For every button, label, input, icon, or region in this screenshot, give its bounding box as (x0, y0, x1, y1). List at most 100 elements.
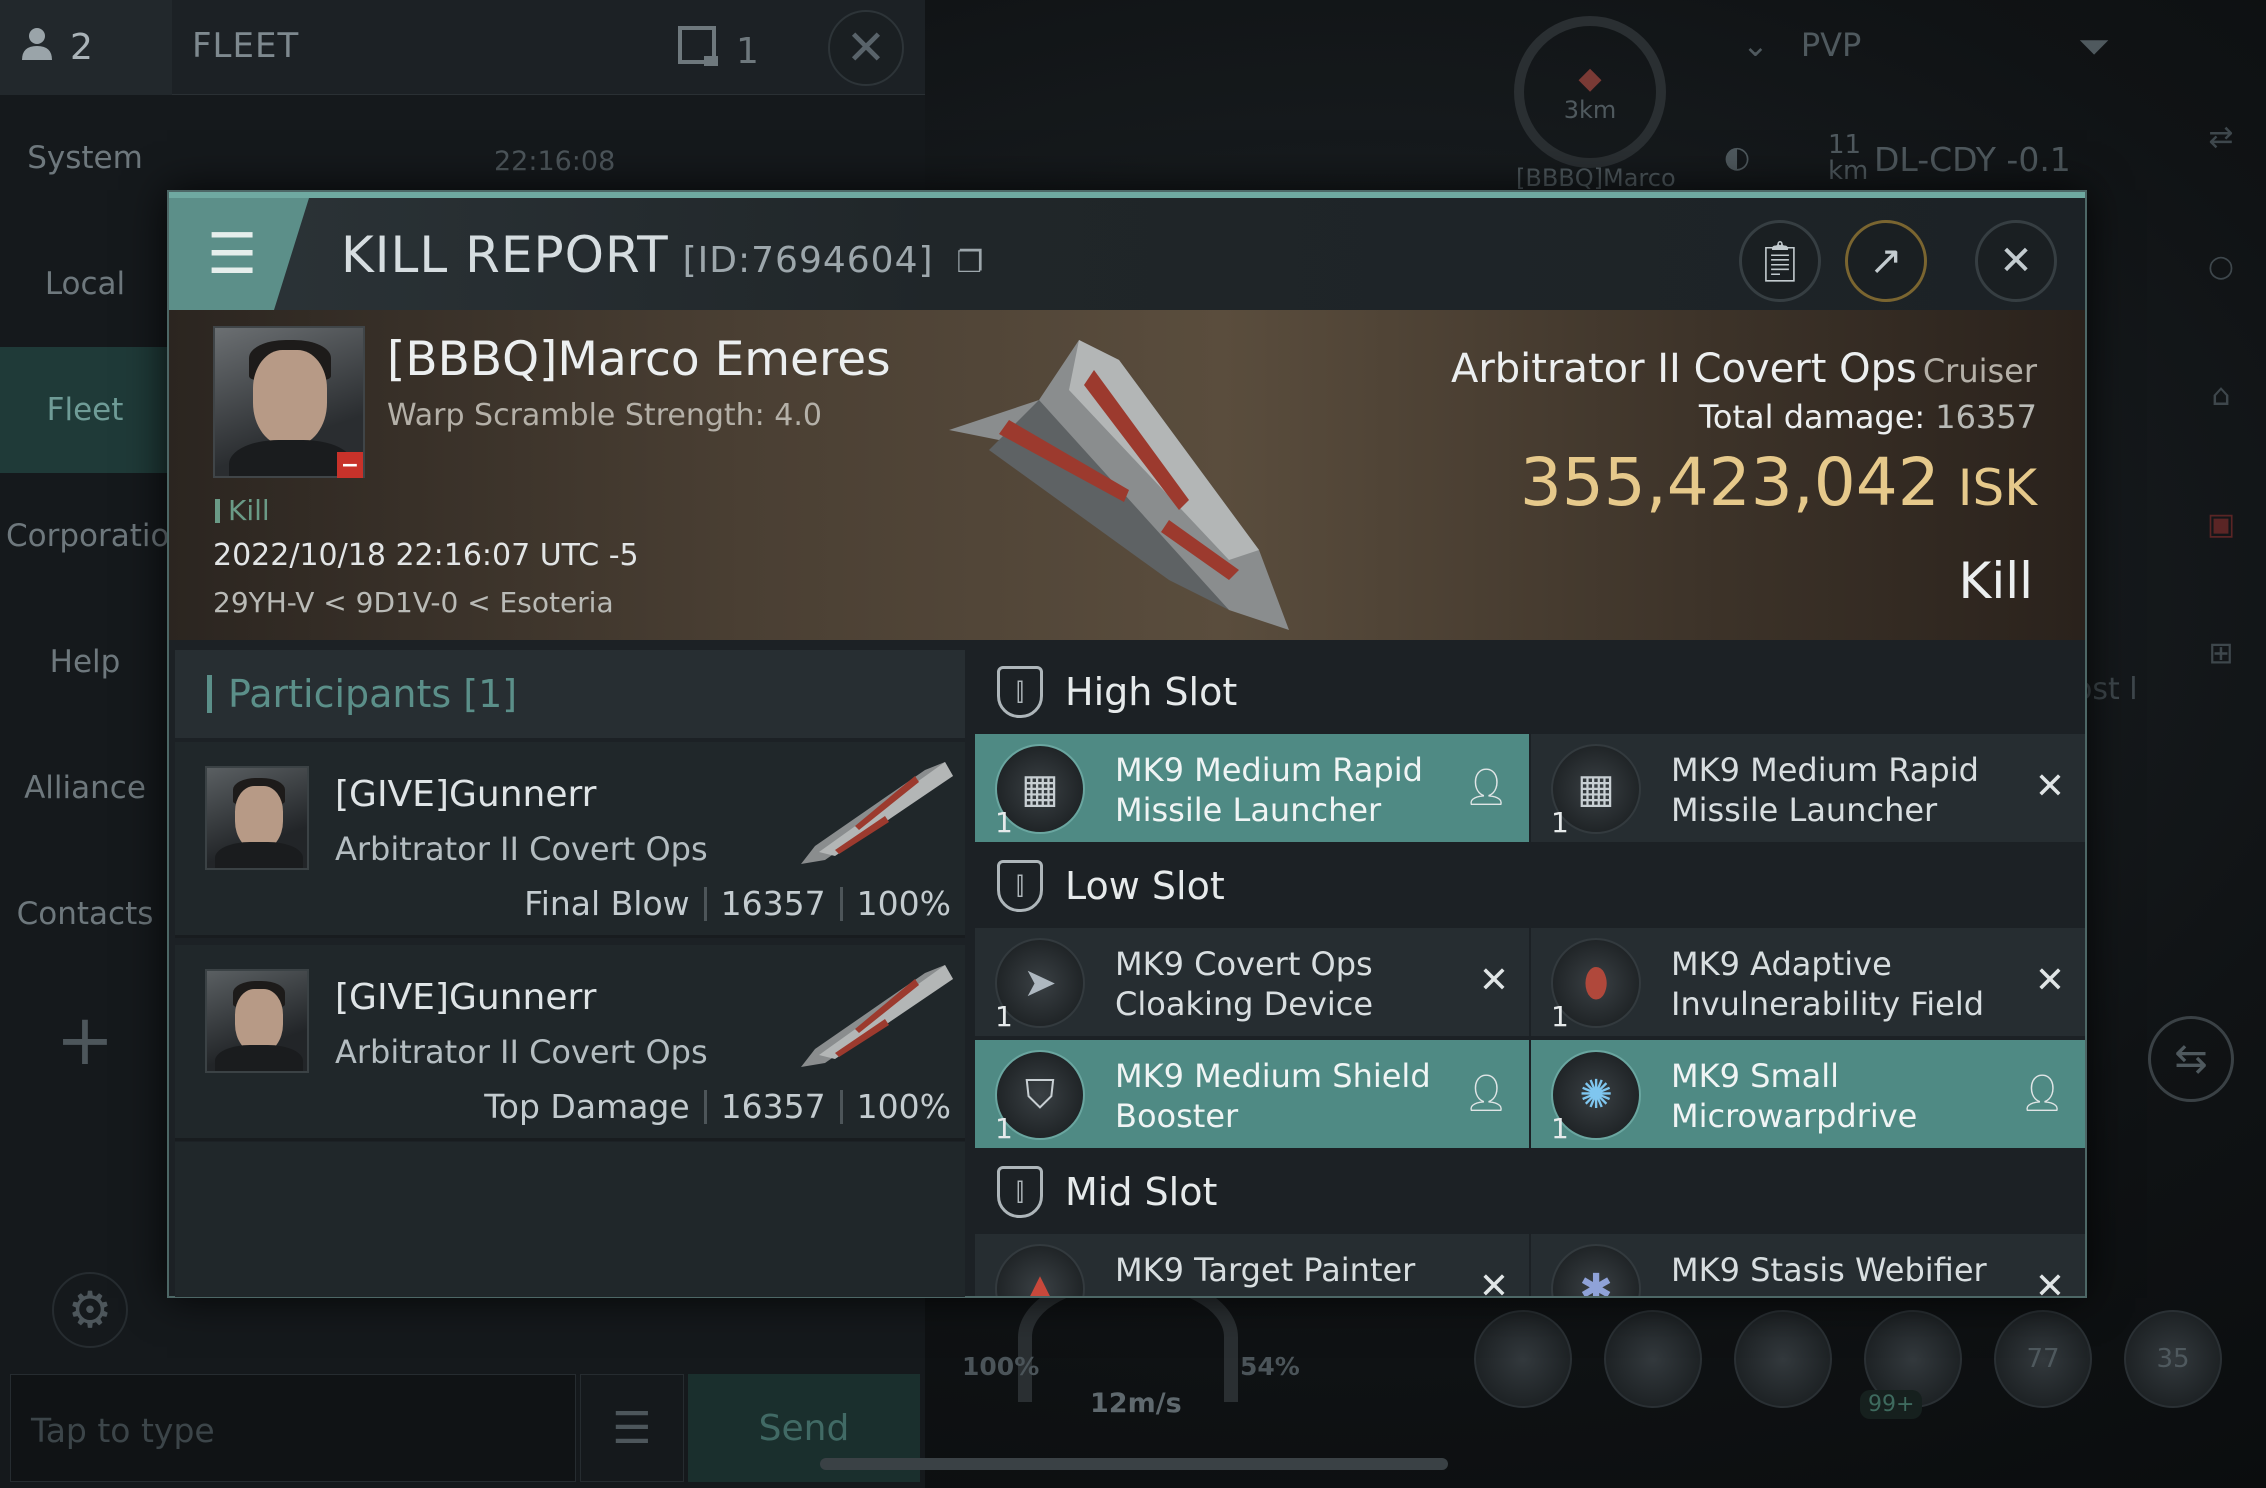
module-quantity: 1 (995, 1112, 1013, 1145)
destroyed-icon: ✕ (1478, 1266, 1509, 1296)
participant-damage: 16357 (720, 884, 826, 923)
module-quantity: 1 (995, 806, 1013, 839)
participants-empty-area (175, 1142, 965, 1297)
low-slot-header: ⫿ Low Slot (975, 844, 2085, 928)
module-item[interactable]: ⛉ 1 MK9 Medium Shield Booster 👤︎ (975, 1040, 1529, 1148)
destroyed-icon: ✕ (1478, 960, 1509, 1001)
module-name: MK9 Medium Rapid Missile Launcher (1671, 751, 1979, 829)
warp-icon[interactable]: ◐ (1724, 140, 1750, 175)
tab-system[interactable]: System (0, 95, 170, 221)
module-name: MK9 Small Microwarpdrive (1671, 1057, 1918, 1135)
chat-settings-button[interactable]: ⚙ (52, 1272, 128, 1348)
module-item[interactable]: ▦ 1 MK9 Medium Rapid Missile Launcher ✕ (1531, 734, 2085, 842)
chat-input[interactable]: Tap to type (10, 1374, 576, 1482)
close-fleet-button[interactable]: ✕ (828, 10, 904, 86)
participant-stats: Top Damage 16357 100% (484, 1087, 951, 1126)
total-damage: Total damage: 16357 (1699, 398, 2037, 436)
hostile-icon[interactable]: ▣ (2207, 507, 2235, 542)
fitting-slots: ⫿ High Slot ▦ 1 MK9 Medium Rapid Missile… (975, 650, 2085, 1296)
copy-id-icon[interactable]: ❐ (956, 245, 984, 280)
hud-module-35[interactable]: 35 (2124, 1310, 2222, 1408)
module-item[interactable]: ➤ 1 MK9 Covert Ops Cloaking Device ✕ (975, 928, 1529, 1036)
dropped-icon: 👤︎ (1463, 1073, 1509, 1114)
tab-alliance[interactable]: Alliance (0, 725, 170, 851)
plus-icon: + (55, 999, 115, 1081)
low-slot-icon: ⫿ (997, 860, 1043, 912)
participant-percent: 100% (856, 884, 951, 923)
fleet-bar: 2 FLEET 1 ✕ (0, 0, 925, 95)
participant-percent: 100% (856, 1087, 951, 1126)
victim-ship-image (949, 340, 1289, 630)
module-name: MK9 Target Painter (1115, 1251, 1416, 1289)
shield-percent: 100% (962, 1352, 1040, 1381)
structure-icon[interactable]: ⊞ (2208, 636, 2233, 671)
menu-button[interactable]: ☰ (169, 198, 309, 310)
chevron-down-icon: ⌄ (1742, 26, 1769, 64)
module-name: MK9 Covert Ops Cloaking Device (1115, 945, 1374, 1023)
fleet-members-button[interactable]: 2 (0, 0, 172, 95)
swap-icon[interactable]: ⇆ (2148, 1016, 2234, 1102)
target-distance: 3km (1563, 95, 1617, 124)
module-item[interactable]: ✱ 1 MK9 Stasis Webifier ✕ (1531, 1234, 2085, 1296)
copy-report-button[interactable]: 📋︎ (1739, 220, 1821, 302)
participant-card[interactable]: [GIVE]Gunnerr Arbitrator II Covert Ops T… (175, 945, 965, 1141)
right-quick-icons: ⇄ ○ ⌂ ▣ ⊞ (2186, 120, 2256, 671)
add-channel-button[interactable]: + (0, 977, 170, 1103)
target-painter-icon: ▲ (995, 1244, 1085, 1296)
kill-report-dialog: ☰ KILL REPORT [ID:7694604] ❐ 📋︎ ↗ ✕ − [BB… (167, 190, 2087, 1298)
participant-role: Top Damage (484, 1087, 690, 1126)
participant-ship: Arbitrator II Covert Ops (335, 1033, 708, 1071)
home-indicator (820, 1458, 1448, 1470)
hud-module-77[interactable]: 77 (1994, 1310, 2092, 1408)
tab-fleet[interactable]: Fleet (0, 347, 170, 473)
close-icon: ✕ (1999, 238, 2033, 284)
module-item[interactable]: ▲ 1 MK9 Target Painter ✕ (975, 1234, 1529, 1296)
share-button[interactable]: ↗ (1845, 220, 1927, 302)
isk-unit: ISK (1957, 459, 2037, 517)
destroyed-icon: ✕ (2034, 960, 2065, 1001)
victim-banner: − [BBBQ]Marco Emeres Warp Scramble Stren… (169, 310, 2085, 640)
clipboard-icon: 📋︎ (1754, 238, 1806, 285)
participant-card[interactable]: [GIVE]Gunnerr Arbitrator II Covert Ops F… (175, 742, 965, 938)
module-item[interactable]: ⬮ 1 MK9 Adaptive Invulnerability Field ✕ (1531, 928, 2085, 1036)
chat-menu-button[interactable]: ☰ (580, 1374, 684, 1482)
module-name: MK9 Stasis Webifier (1671, 1251, 1987, 1289)
system-distance: 11 km (1828, 130, 1869, 186)
mid-slot-header: ⫿ Mid Slot (975, 1150, 2085, 1234)
tab-contacts[interactable]: Contacts (0, 851, 170, 977)
participant-ship: Arbitrator II Covert Ops (335, 830, 708, 868)
squad-count: 1 (736, 31, 759, 72)
mid-slot-label: Mid Slot (1065, 1170, 1218, 1214)
kill-report-title: KILL REPORT [ID:7694604] ❐ (341, 226, 984, 284)
squad-button[interactable]: 1 (676, 24, 759, 79)
participants-header[interactable]: Participants [1] (175, 650, 965, 738)
isk-value: 355,423,042 ISK (1520, 444, 2037, 521)
tab-local[interactable]: Local (0, 221, 170, 347)
hud-module-launcher-1[interactable] (1474, 1310, 1572, 1408)
locked-target[interactable]: ◆ 3km (1514, 16, 1666, 168)
menu-icon: ☰ (612, 1402, 652, 1454)
participant-portrait (205, 969, 309, 1073)
kill-result: Kill (1958, 552, 2033, 610)
planet-icon[interactable]: ○ (2208, 249, 2234, 284)
hud-module-booster[interactable] (1734, 1310, 1832, 1408)
station-icon[interactable]: ⌂ (2211, 378, 2230, 413)
tab-corporation[interactable]: Corporation (0, 473, 189, 599)
tab-help[interactable]: Help (0, 599, 170, 725)
filter-label: PVP (1800, 26, 1862, 64)
overview-filter[interactable]: ⌄ PVP (1742, 26, 1861, 64)
ship-name[interactable]: Arbitrator II Covert Ops (1451, 346, 1917, 392)
module-item[interactable]: ✺ 1 MK9 Small Microwarpdrive 👤︎ (1531, 1040, 2085, 1148)
participant-stats: Final Blow 16357 100% (524, 884, 951, 923)
participant-name: [GIVE]Gunnerr (335, 774, 597, 815)
victim-name[interactable]: [BBBQ]Marco Emeres (387, 332, 891, 387)
module-item[interactable]: ▦ 1 MK9 Medium Rapid Missile Launcher 👤︎ (975, 734, 1529, 842)
module-quantity: 1 (1551, 1112, 1569, 1145)
hud-module-launcher-2[interactable] (1604, 1310, 1702, 1408)
fleet-warp-icon[interactable]: ⇄ (2208, 120, 2233, 155)
close-button[interactable]: ✕ (1975, 220, 2057, 302)
chat-timestamp: 22:16:08 (494, 146, 616, 177)
isk-amount: 355,423,042 (1519, 444, 1940, 521)
filter-icon[interactable]: ⏷ (2078, 24, 2110, 70)
squad-icon (676, 24, 722, 79)
